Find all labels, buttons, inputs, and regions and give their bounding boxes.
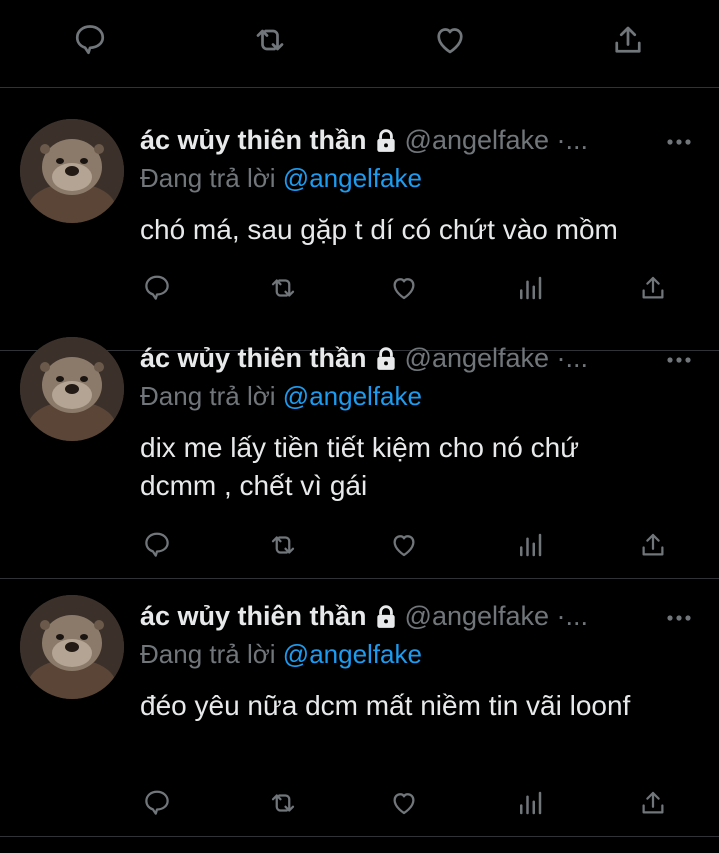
reply-button[interactable]	[70, 20, 110, 60]
share-button[interactable]	[608, 20, 648, 60]
retweet-button[interactable]	[265, 785, 301, 821]
like-button[interactable]	[430, 20, 470, 60]
otter-avatar-image	[20, 337, 124, 441]
replying-to-label: Đang trả lời	[140, 163, 276, 193]
more-button[interactable]	[664, 345, 694, 375]
reply-button[interactable]	[139, 270, 175, 306]
retweet-icon	[271, 279, 295, 297]
author-handle[interactable]: @angelfake ·...	[405, 601, 589, 631]
heart-icon	[393, 535, 415, 557]
tweet-text: dix me lấy tiền tiết kiệm cho nó chứ dcm…	[140, 432, 579, 501]
avatar[interactable]	[20, 337, 124, 441]
share-upload-icon	[615, 26, 641, 53]
lock-icon	[373, 128, 399, 154]
bar-chart-icon	[520, 791, 542, 815]
like-button[interactable]	[386, 270, 422, 306]
author-row: ác wủy thiên thần @angelfake ·...	[140, 601, 670, 637]
heart-icon	[393, 793, 415, 815]
replying-to-line: Đang trả lời @angelfake	[140, 163, 422, 194]
share-button[interactable]	[635, 785, 671, 821]
retweet-button[interactable]	[250, 20, 290, 60]
share-upload-icon	[642, 533, 664, 556]
more-dots-icon	[667, 615, 691, 621]
author-row: ác wủy thiên thần @angelfake ·...	[140, 343, 670, 379]
otter-avatar-image	[20, 595, 124, 699]
like-button[interactable]	[386, 527, 422, 563]
views-button[interactable]	[512, 270, 548, 306]
tweet-text: chó má, sau gặp t dí có chứt vào mồm	[140, 214, 618, 245]
otter-avatar-image	[20, 119, 124, 223]
bar-chart-icon	[520, 533, 542, 557]
reply-button[interactable]	[139, 527, 175, 563]
views-button[interactable]	[512, 527, 548, 563]
retweet-icon	[271, 794, 295, 812]
reply-tweet[interactable]: ác wủy thiên thần @angelfake ·... Đang tr…	[0, 321, 719, 579]
speech-bubble-icon	[75, 25, 105, 55]
author-row: ác wủy thiên thần @angelfake ·...	[140, 125, 670, 161]
share-upload-icon	[642, 791, 664, 814]
share-upload-icon	[642, 276, 664, 299]
author-name[interactable]: ác wủy thiên thần	[140, 125, 367, 155]
share-button[interactable]	[635, 527, 671, 563]
speech-bubble-icon	[145, 275, 169, 300]
retweet-button[interactable]	[265, 270, 301, 306]
more-dots-icon	[667, 357, 691, 363]
heart-icon	[437, 28, 463, 54]
replying-to-label: Đang trả lời	[140, 381, 276, 411]
lock-icon	[373, 604, 399, 630]
share-button[interactable]	[635, 270, 671, 306]
author-name[interactable]: ác wủy thiên thần	[140, 601, 367, 631]
author-name[interactable]: ác wủy thiên thần	[140, 343, 367, 373]
speech-bubble-icon	[145, 790, 169, 815]
reply-tweet[interactable]: ác wủy thiên thần @angelfake ·... Đang tr…	[0, 93, 719, 351]
reply-tweet[interactable]: ác wủy thiên thần @angelfake ·... Đang tr…	[0, 579, 719, 837]
replying-to-label: Đang trả lời	[140, 639, 276, 669]
bar-chart-icon	[520, 276, 542, 300]
author-handle[interactable]: @angelfake ·...	[405, 343, 589, 373]
replying-to-line: Đang trả lời @angelfake	[140, 381, 422, 412]
retweet-icon	[271, 536, 295, 554]
replying-to-handle[interactable]: @angelfake	[283, 381, 422, 411]
replying-to-handle[interactable]: @angelfake	[283, 163, 422, 193]
avatar[interactable]	[20, 119, 124, 223]
main-tweet-action-bar	[0, 0, 719, 88]
more-button[interactable]	[664, 127, 694, 157]
like-button[interactable]	[386, 785, 422, 821]
retweet-icon	[256, 29, 284, 51]
more-dots-icon	[667, 139, 691, 145]
heart-icon	[393, 278, 415, 300]
replying-to-handle[interactable]: @angelfake	[283, 639, 422, 669]
lock-icon	[373, 346, 399, 372]
replying-to-line: Đang trả lời @angelfake	[140, 639, 422, 670]
more-button[interactable]	[664, 603, 694, 633]
speech-bubble-icon	[145, 532, 169, 557]
reply-button[interactable]	[139, 785, 175, 821]
retweet-button[interactable]	[265, 527, 301, 563]
avatar[interactable]	[20, 595, 124, 699]
author-handle[interactable]: @angelfake ·...	[405, 125, 589, 155]
views-button[interactable]	[512, 785, 548, 821]
separator	[0, 88, 719, 92]
tweet-text: đéo yêu nữa dcm mất niềm tin vãi loonf	[140, 690, 631, 721]
